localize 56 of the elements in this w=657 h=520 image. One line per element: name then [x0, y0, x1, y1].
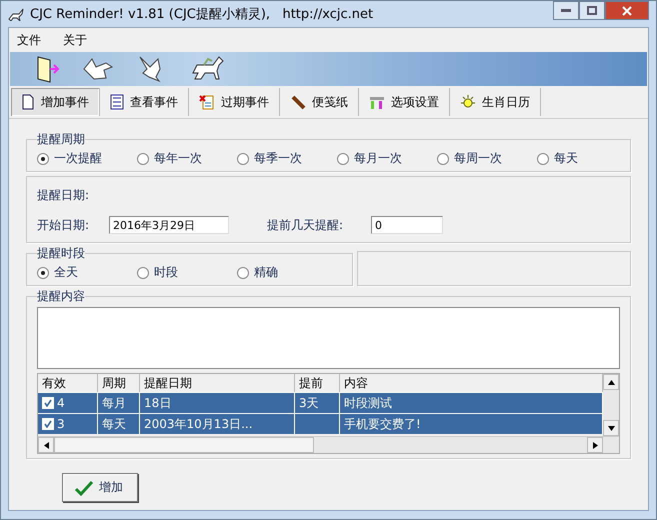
list-row[interactable]: 4 每月 18日 3天 时段测试	[38, 392, 603, 413]
radio-button[interactable]: 时段	[137, 264, 237, 281]
window-title: CJC Reminder! v1.81 (CJC提醒小精灵), http://xcjc.net	[30, 6, 374, 23]
tools-icon	[369, 94, 385, 110]
minimize-icon	[561, 9, 571, 12]
field-label: 开始日期:	[37, 216, 90, 234]
document-icon	[199, 94, 215, 110]
tab[interactable]: 查看事件	[100, 88, 189, 116]
field-label: 提前几天提醒:	[267, 216, 344, 234]
date-field[interactable]: 2016年3月29日	[109, 216, 229, 234]
checkbox[interactable]	[42, 418, 54, 430]
minimize-button[interactable]	[553, 1, 579, 20]
content-field[interactable]	[37, 307, 620, 369]
tab[interactable]: 便笺纸	[280, 88, 359, 116]
tab[interactable]: 过期事件	[189, 88, 280, 116]
radio-button[interactable]: 全天	[37, 264, 137, 281]
group-title: 提醒周期	[37, 131, 85, 148]
radio-button[interactable]: 每月一次	[337, 150, 437, 167]
tab[interactable]: 选项设置	[359, 88, 450, 116]
group-title: 提醒时段	[37, 245, 85, 262]
menu-item[interactable]: 关于	[63, 32, 87, 48]
list-row[interactable]: 3 每天 2003年10月13日... 手机要交费了!	[38, 413, 603, 434]
right-arrow-icon	[592, 442, 598, 448]
left-arrow-icon	[42, 442, 50, 448]
group-title: 提醒内容	[37, 288, 85, 305]
radio-button[interactable]: 一次提醒	[37, 150, 137, 167]
horse-icon	[8, 7, 24, 21]
down-arrow-icon	[608, 424, 614, 432]
radio-button[interactable]: 精确	[237, 264, 337, 281]
radio-button[interactable]: 每年一次	[137, 150, 237, 167]
checkbox[interactable]	[42, 397, 54, 409]
table-cell: 每天	[98, 414, 140, 434]
checklist-icon	[110, 94, 124, 110]
table-cell-text: 3	[57, 416, 65, 432]
up-arrow-icon	[608, 378, 614, 386]
table-cell-text: 4	[57, 394, 65, 412]
days-field[interactable]: 0	[371, 216, 443, 234]
check-icon	[75, 480, 93, 496]
maximize-icon	[587, 6, 597, 15]
close-icon	[622, 6, 632, 16]
page-icon	[21, 94, 35, 110]
horizontal-scrollbar[interactable]	[38, 436, 619, 453]
radio-button[interactable]: 每天	[537, 150, 637, 167]
tab[interactable]: 增加事件	[11, 88, 100, 116]
section-label: 提醒日期:	[37, 187, 90, 204]
close-button[interactable]	[605, 1, 649, 20]
add-button[interactable]: 增加	[62, 473, 138, 502]
maximize-button[interactable]	[579, 1, 605, 20]
sun-icon	[460, 94, 476, 110]
menu-item[interactable]: 文件	[17, 32, 41, 48]
table-cell: 2003年10月13日...	[140, 414, 295, 434]
vertical-scrollbar[interactable]	[603, 374, 619, 436]
tab[interactable]: 生肖日历	[450, 88, 541, 116]
radio-button[interactable]: 每周一次	[437, 150, 537, 167]
radio-button[interactable]: 每季一次	[237, 150, 337, 167]
pencil-icon	[290, 94, 306, 110]
